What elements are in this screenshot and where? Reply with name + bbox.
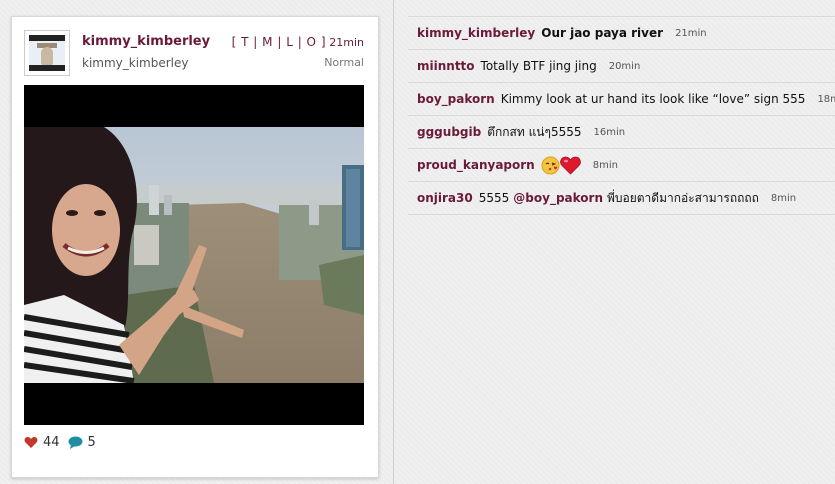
comment-username[interactable]: gggubgib [417, 125, 481, 139]
kissing-face-emoji [541, 156, 560, 174]
comment-time: 21min [675, 27, 707, 39]
action-o[interactable]: O [307, 35, 317, 49]
post-actions: [ T | M | L | O ] [231, 35, 326, 49]
post-username-link[interactable]: kimmy_kimberley [82, 34, 210, 49]
comment-username[interactable]: miinntto [417, 59, 475, 73]
action-l[interactable]: L [286, 35, 293, 49]
comment-time: 18min [817, 93, 835, 105]
photo-card: kimmy_kimberley kimmy_kimberley [ T | M … [11, 16, 379, 478]
comment-text: ตึกกสท แน่ๆ5555 [487, 124, 582, 139]
action-m[interactable]: M [262, 35, 273, 49]
comment-list: kimmy_kimberley Our jao paya river 21min… [408, 16, 835, 215]
comment-text: พี่บอยตาดีมากอ่ะสามารถถถถ [607, 190, 759, 205]
comment-text: Totally BTF jing jing [480, 59, 597, 73]
action-t[interactable]: T [241, 35, 249, 49]
column-divider [393, 0, 394, 484]
post-filter: Normal [324, 56, 364, 69]
comment-item: miinntto Totally BTF jing jing 20min [408, 50, 835, 83]
comments-count: 5 [87, 435, 96, 450]
comment-time: 20min [608, 60, 641, 72]
comment-item: boy_pakorn Kimmy look at ur hand its loo… [408, 83, 835, 116]
comment-item: proud_kanyaporn 8min [408, 149, 835, 182]
post-photo[interactable] [24, 85, 364, 425]
post-time: 21min [329, 36, 364, 49]
comment-username[interactable]: onjira30 [417, 191, 473, 205]
avatar[interactable] [24, 30, 70, 76]
heart-icon[interactable] [24, 436, 38, 449]
comment-bubble-icon[interactable] [68, 436, 83, 449]
comment-time: 8min [770, 192, 797, 204]
likes-count: 44 [43, 435, 60, 450]
red-heart-emoji [559, 156, 581, 175]
comment-item: gggubgib ตึกกสท แน่ๆ5555 16min [408, 116, 835, 149]
comment-item: kimmy_kimberley Our jao paya river 21min [408, 16, 835, 50]
comment-time: 16min [593, 126, 626, 138]
comment-username[interactable]: proud_kanyaporn [417, 158, 535, 172]
comment-item: onjira30 5555 @boy_pakorn พี่บอยตาดีมากอ… [408, 182, 835, 215]
post-full-name: kimmy_kimberley [82, 56, 189, 70]
comment-text: Kimmy look at ur hand its look like “lov… [500, 92, 806, 106]
comment-time: 8min [592, 159, 618, 171]
comment-username[interactable]: kimmy_kimberley [417, 26, 535, 40]
comment-text: 5555 [478, 191, 510, 205]
comment-mention-link[interactable]: @boy_pakorn [513, 191, 603, 205]
comment-username[interactable]: boy_pakorn [417, 92, 495, 106]
post-stats: 44 5 [24, 435, 104, 450]
comment-text: Our jao paya river [541, 26, 664, 40]
avatar-image [29, 35, 65, 71]
